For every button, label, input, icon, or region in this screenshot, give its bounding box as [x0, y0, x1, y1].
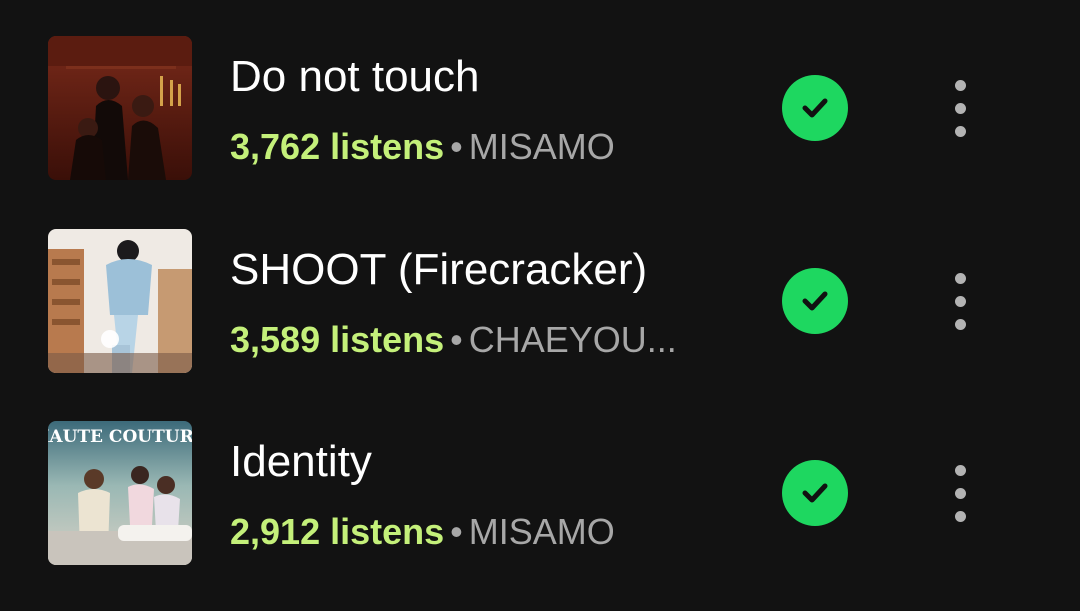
artist-name: MISAMO	[468, 511, 615, 552]
check-icon	[802, 291, 828, 311]
track-row[interactable]: HAUTE COUTURE Identity 2,912 listens•MIS…	[0, 385, 1080, 577]
check-icon	[802, 98, 828, 118]
saved-check-button[interactable]	[782, 268, 848, 334]
more-options-icon[interactable]	[940, 457, 980, 529]
track-list: Do not touch 3,762 listens • MISAMO SHOO…	[0, 0, 1080, 611]
check-icon	[802, 483, 828, 503]
separator: •	[450, 319, 463, 360]
listen-count: 3,589 listens	[230, 319, 445, 360]
more-options-icon[interactable]	[940, 265, 980, 337]
artist-name: MISAMO	[468, 126, 615, 167]
separator: •	[450, 511, 463, 552]
album-art	[48, 36, 192, 180]
artist-name: CHAEYOU...	[468, 319, 677, 360]
track-subtitle: 2,912 listens • MISAMO	[230, 510, 615, 554]
album-art: HAUTE COUTURE	[48, 421, 192, 565]
saved-check-button[interactable]	[782, 75, 848, 141]
album-art-caption: HAUTE COUTURE	[48, 427, 192, 447]
track-title: SHOOT (Firecracker)	[230, 245, 648, 294]
track-subtitle: 3,762 listens • MISAMO	[230, 125, 615, 169]
listen-count: 2,912 listens	[230, 511, 445, 552]
track-title: Identity	[230, 437, 372, 486]
track-title: Do not touch	[230, 52, 480, 101]
track-subtitle: 3,589 listens • CHAEYOU...	[230, 318, 677, 362]
track-row[interactable]: SHOOT (Firecracker) 3,589 listens • CHAEYO…	[0, 193, 1080, 385]
track-row[interactable]: Do not touch 3,762 listens • MISAMO	[0, 0, 1080, 192]
more-options-icon[interactable]	[940, 72, 980, 144]
separator: •	[450, 126, 463, 167]
album-art	[48, 229, 192, 373]
saved-check-button[interactable]	[782, 460, 848, 526]
listen-count: 3,762 listens	[230, 126, 445, 167]
